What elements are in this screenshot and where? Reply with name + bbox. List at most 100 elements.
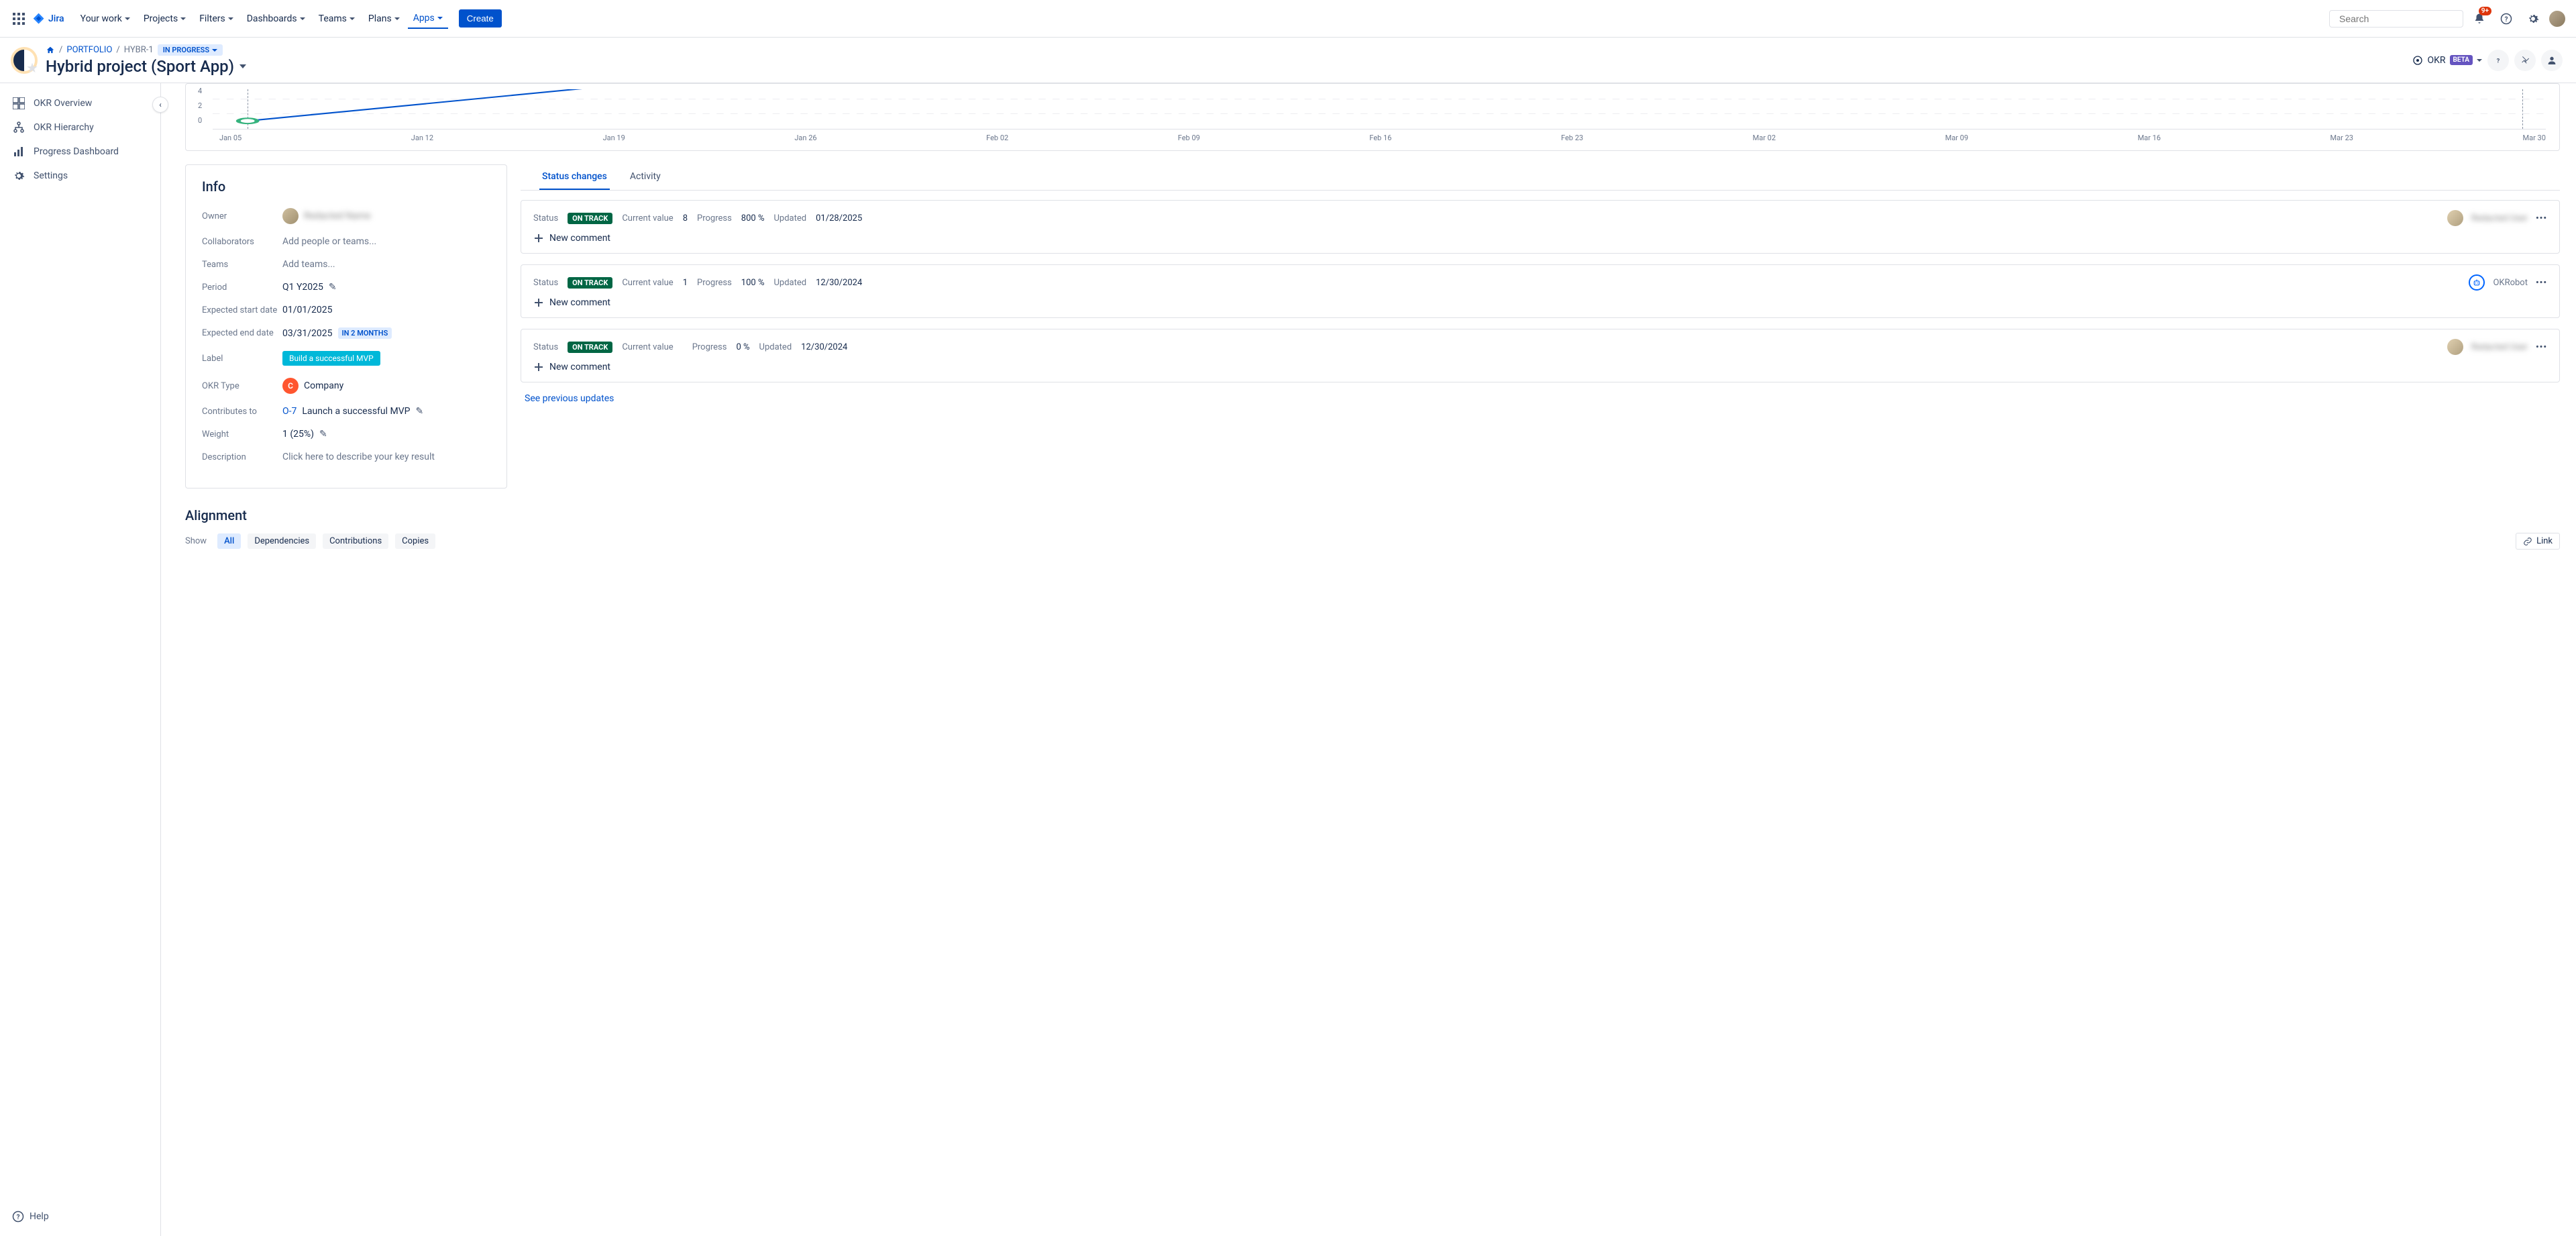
- help-icon: ?: [12, 1211, 24, 1223]
- tab-status-changes[interactable]: Status changes: [539, 164, 610, 190]
- sidebar-item-label: Progress Dashboard: [34, 146, 119, 157]
- more-actions-button[interactable]: •••: [2536, 342, 2547, 352]
- status-badge: ON TRACK: [568, 277, 612, 289]
- jira-logo-text: Jira: [48, 13, 64, 24]
- create-button[interactable]: Create: [459, 9, 502, 28]
- link-icon: [2523, 537, 2532, 546]
- link-button[interactable]: Link: [2516, 533, 2560, 550]
- nav-projects[interactable]: Projects: [138, 9, 191, 28]
- sidebar: ‹ OKR Overview OKR Hierarchy Progress Da…: [0, 83, 161, 1236]
- tab-activity[interactable]: Activity: [627, 164, 663, 190]
- sidebar-item-overview[interactable]: OKR Overview: [5, 91, 155, 115]
- breadcrumb: / PORTFOLIO / HYBR-1 IN PROGRESS: [46, 44, 246, 56]
- contributes-value: Launch a successful MVP: [302, 406, 410, 417]
- period-value: Q1 Y2025: [282, 282, 323, 293]
- svg-text:?: ?: [17, 1214, 20, 1221]
- more-actions-button[interactable]: •••: [2536, 278, 2547, 288]
- breadcrumb-portfolio[interactable]: PORTFOLIO: [66, 45, 112, 55]
- sidebar-help[interactable]: ? Help: [5, 1205, 155, 1228]
- status-badge: ON TRACK: [568, 213, 612, 224]
- chevron-down-icon: [394, 17, 400, 20]
- chevron-down-icon: [350, 17, 355, 20]
- notification-badge: 9+: [2479, 7, 2491, 15]
- project-icon: [11, 47, 38, 74]
- contributes-key[interactable]: O-7: [282, 406, 297, 417]
- collaborators-input[interactable]: Add people or teams...: [282, 236, 490, 247]
- sidebar-item-dashboard[interactable]: Progress Dashboard: [5, 140, 155, 164]
- see-previous-link[interactable]: See previous updates: [521, 393, 2560, 404]
- help-button[interactable]: ?: [2496, 8, 2517, 30]
- nav-filters[interactable]: Filters: [194, 9, 239, 28]
- alignment-tab-all[interactable]: All: [217, 533, 241, 549]
- page-title: Hybrid project (Sport App): [46, 57, 246, 76]
- update-card: Status ON TRACK Current value8 Progress8…: [521, 200, 2560, 254]
- sidebar-item-settings[interactable]: Settings: [5, 164, 155, 188]
- avatar: [2447, 339, 2463, 355]
- search-input[interactable]: [2339, 13, 2461, 24]
- alignment-tab-contributions[interactable]: Contributions: [323, 533, 388, 549]
- nav-dashboards[interactable]: Dashboards: [241, 9, 311, 28]
- header-people-button[interactable]: [2541, 50, 2563, 71]
- chevron-down-icon: [212, 49, 217, 52]
- end-date-value: 03/31/2025: [282, 328, 333, 339]
- breadcrumb-key: HYBR-1: [124, 45, 154, 55]
- owner-value[interactable]: Redacted Name: [282, 208, 490, 224]
- chevron-down-icon: [125, 17, 130, 20]
- notifications-button[interactable]: 9+: [2469, 8, 2490, 30]
- robot-icon: [2469, 274, 2485, 291]
- search-box[interactable]: [2329, 10, 2463, 28]
- hierarchy-icon: [12, 121, 25, 134]
- header-config-button[interactable]: [2514, 50, 2536, 71]
- new-comment-button[interactable]: New comment: [533, 297, 2547, 308]
- more-actions-button[interactable]: •••: [2536, 213, 2547, 223]
- user-avatar[interactable]: [2549, 11, 2565, 27]
- nav-teams[interactable]: Teams: [313, 9, 360, 28]
- weight-value: 1 (25%): [282, 429, 314, 440]
- svg-text:?: ?: [2497, 57, 2500, 64]
- header-help-button[interactable]: ?: [2487, 50, 2509, 71]
- nav-apps[interactable]: Apps: [408, 9, 448, 29]
- new-comment-button[interactable]: New comment: [533, 362, 2547, 372]
- label-chip[interactable]: Build a successful MVP: [282, 351, 380, 366]
- nav-plans[interactable]: Plans: [363, 9, 405, 28]
- home-icon[interactable]: [46, 46, 55, 55]
- teams-input[interactable]: Add teams...: [282, 259, 490, 270]
- alignment-tab-copies[interactable]: Copies: [395, 533, 435, 549]
- end-date-pill: IN 2 MONTHS: [338, 327, 392, 339]
- plus-icon: [533, 233, 544, 244]
- okr-type-value: Company: [304, 380, 343, 391]
- progress-chart: 4 2 0 Jan 05 Jan 12 Jan 19 Jan 26 Feb 02: [185, 83, 2560, 151]
- settings-button[interactable]: [2522, 8, 2544, 30]
- gear-icon: [12, 169, 25, 183]
- sidebar-item-label: Settings: [34, 170, 68, 181]
- svg-text:?: ?: [2505, 15, 2508, 23]
- chevron-down-icon: [437, 17, 443, 19]
- plus-icon: [533, 362, 544, 372]
- edit-weight-button[interactable]: ✎: [319, 429, 327, 440]
- avatar: [2447, 210, 2463, 226]
- chevron-down-icon: [180, 17, 186, 20]
- new-comment-button[interactable]: New comment: [533, 233, 2547, 244]
- chevron-down-icon[interactable]: [239, 64, 246, 68]
- sidebar-item-label: OKR Hierarchy: [34, 122, 94, 133]
- okr-toggle[interactable]: OKR BETA: [2412, 55, 2482, 66]
- info-heading: Info: [202, 178, 490, 195]
- start-date-value: 01/01/2025: [282, 305, 333, 315]
- description-input[interactable]: Click here to describe your key result: [282, 452, 490, 462]
- sidebar-item-label: OKR Overview: [34, 98, 92, 109]
- app-switcher-icon[interactable]: [11, 11, 27, 27]
- plus-icon: [533, 297, 544, 308]
- jira-logo[interactable]: Jira: [32, 12, 64, 25]
- update-card: Status ON TRACK Current value1 Progress1…: [521, 264, 2560, 318]
- nav-your-work[interactable]: Your work: [75, 9, 136, 28]
- edit-period-button[interactable]: ✎: [329, 282, 337, 293]
- status-dropdown[interactable]: IN PROGRESS: [158, 44, 223, 56]
- sidebar-item-hierarchy[interactable]: OKR Hierarchy: [5, 115, 155, 140]
- edit-contributes-button[interactable]: ✎: [415, 406, 423, 417]
- alignment-heading: Alignment: [185, 507, 2560, 523]
- chevron-down-icon: [2477, 59, 2482, 62]
- alignment-tab-dependencies[interactable]: Dependencies: [248, 533, 316, 549]
- chevron-down-icon: [300, 17, 305, 20]
- target-icon: [2412, 55, 2423, 66]
- avatar: [282, 208, 299, 224]
